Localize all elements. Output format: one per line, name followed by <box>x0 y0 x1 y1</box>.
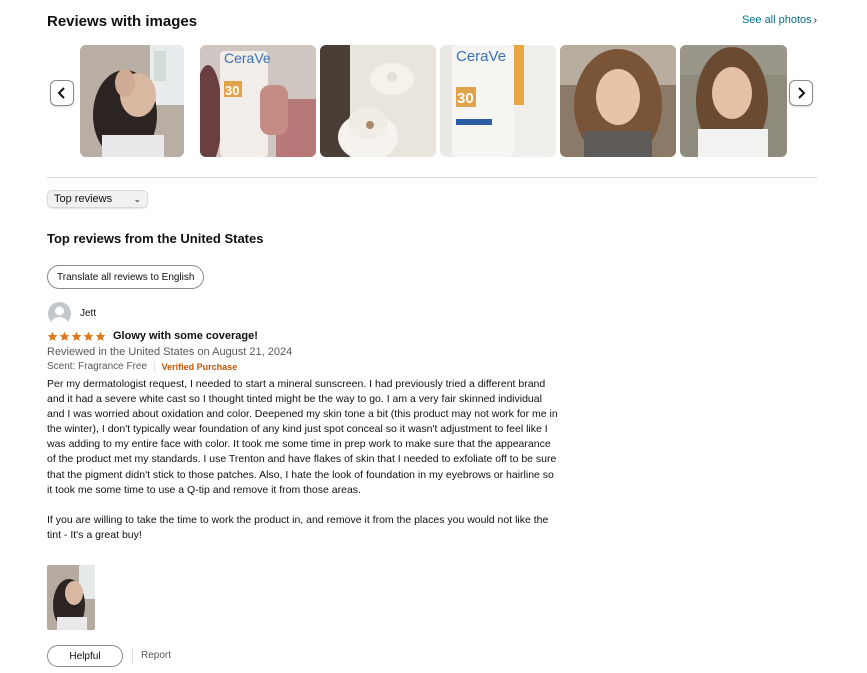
chevron-right-icon: › <box>813 14 817 26</box>
review-thumbnail[interactable] <box>80 45 184 157</box>
review-paragraph: Per my dermatologist request, I needed t… <box>47 378 558 496</box>
bottle-brand-text: CeraVe <box>224 50 271 66</box>
selfie-photo-icon <box>80 45 184 157</box>
selfie-photo-icon <box>47 565 95 630</box>
star-icon <box>95 331 106 341</box>
helpful-button[interactable]: Helpful <box>47 645 123 667</box>
variant-row: Scent: Fragrance Free | Verified Purchas… <box>47 361 237 372</box>
avatar <box>48 302 71 325</box>
top-reviews-title: Top reviews from the United States <box>47 231 264 246</box>
chevron-right-icon <box>798 87 806 99</box>
review-body: Per my dermatologist request, I needed t… <box>47 377 562 558</box>
variant-separator: | <box>153 361 156 372</box>
see-all-photos-label: See all photos <box>741 14 812 26</box>
carousel-prev-button[interactable] <box>50 80 74 106</box>
sort-dropdown[interactable]: Top reviews ⌄ <box>47 190 148 208</box>
star-icon <box>59 331 70 341</box>
star-icon <box>47 331 58 341</box>
chevron-left-icon <box>57 87 65 99</box>
review-thumbnail[interactable] <box>320 45 436 157</box>
review-title[interactable]: Glowy with some coverage! <box>113 330 258 342</box>
star-icon <box>83 331 94 341</box>
bottle-spf-text: 30 <box>457 90 474 107</box>
translate-reviews-button[interactable]: Translate all reviews to English <box>47 265 205 289</box>
star-icon <box>71 331 82 341</box>
report-link[interactable]: Report <box>141 650 171 661</box>
review-thumbnail[interactable]: CeraVe 30 <box>200 45 316 157</box>
face-photo-icon <box>680 45 787 157</box>
rating-row: Glowy with some coverage! <box>47 330 258 342</box>
action-divider <box>132 649 133 663</box>
face-photo-icon <box>560 45 676 157</box>
cap-closeup-photo-icon <box>320 45 436 157</box>
sort-selected-label: Top reviews <box>54 193 113 205</box>
cerave-bottle-photo-icon: CeraVe 30 <box>200 45 316 157</box>
bottle-spf-text: 30 <box>225 83 239 98</box>
verified-purchase-badge: Verified Purchase <box>161 361 238 372</box>
see-all-photos-link[interactable]: See all photos › <box>742 14 817 26</box>
review-thumbnail[interactable] <box>560 45 676 157</box>
review-thumbnail[interactable]: CeraVe 30 <box>440 45 556 157</box>
carousel-next-button[interactable] <box>789 80 813 106</box>
star-rating[interactable] <box>47 331 106 342</box>
user-avatar-icon <box>48 302 71 325</box>
reviews-images-title: Reviews with images <box>47 13 198 30</box>
review-image[interactable] <box>47 565 95 630</box>
review-paragraph: If you are willing to take the time to w… <box>47 513 549 541</box>
bottle-brand-text: CeraVe <box>456 48 506 65</box>
scent-variant: Scent: Fragrance Free <box>47 361 148 372</box>
reviewer-name[interactable]: Jett <box>80 308 96 319</box>
cerave-bottle-photo-icon: CeraVe 30 <box>440 45 556 157</box>
chevron-down-icon: ⌄ <box>133 193 141 204</box>
section-divider <box>47 177 817 178</box>
review-thumbnail[interactable] <box>680 45 787 157</box>
review-meta: Reviewed in the United States on August … <box>47 346 293 358</box>
